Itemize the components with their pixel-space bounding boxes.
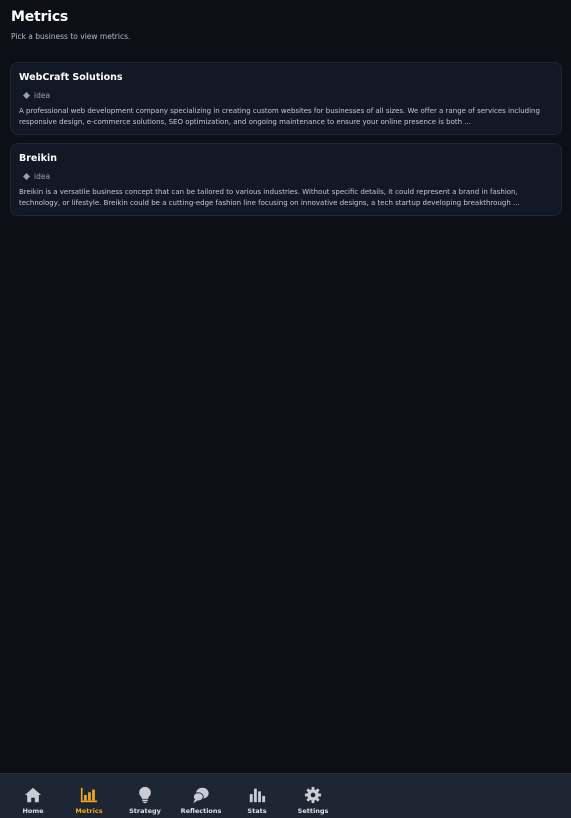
nav-label: Settings [297,807,329,815]
bar-chart-icon [80,787,98,803]
business-name: WebCraft Solutions [19,72,123,83]
metrics-page: Metrics Pick a business to view metrics.… [0,0,571,818]
bottom-nav: Home Metrics Strategy Reflections Stats … [0,773,571,818]
business-description: A professional web development company s… [19,107,540,126]
business-stage-label: idea [34,90,51,100]
diamond-icon [23,91,30,99]
chat-bubbles-icon [192,787,209,804]
diamond-icon [23,172,30,180]
nav-label: Stats [247,807,267,815]
page-subtitle: Pick a business to view metrics. [11,32,131,41]
stats-icon [249,788,266,803]
nav-item-stats[interactable]: Stats [229,774,285,818]
lightbulb-icon [139,786,151,804]
business-card-webcraft[interactable]: WebCraft Solutions idea A professional w… [10,62,562,135]
nav-label: Strategy [129,807,161,815]
nav-item-reflections[interactable]: Reflections [173,774,229,818]
nav-label: Home [22,807,44,815]
nav-item-metrics[interactable]: Metrics [61,774,117,818]
business-description: Breikin is a versatile business concept … [19,188,520,207]
business-name: Breikin [19,153,57,164]
page-header: Metrics Pick a business to view metrics. [11,9,130,41]
nav-item-strategy[interactable]: Strategy [117,774,173,818]
nav-label: Metrics [75,807,103,815]
business-stage-tag: idea [19,171,553,181]
business-card-breikin[interactable]: Breikin idea Breikin is a versatile busi… [10,143,562,216]
business-stage-label: idea [34,171,51,181]
page-title: Metrics [11,9,69,25]
home-icon [24,787,42,803]
gear-icon [304,786,322,804]
business-list: WebCraft Solutions idea A professional w… [10,62,562,224]
nav-item-home[interactable]: Home [5,774,61,818]
business-stage-tag: idea [19,90,553,100]
nav-label: Reflections [180,807,222,815]
nav-item-settings[interactable]: Settings [285,774,341,818]
